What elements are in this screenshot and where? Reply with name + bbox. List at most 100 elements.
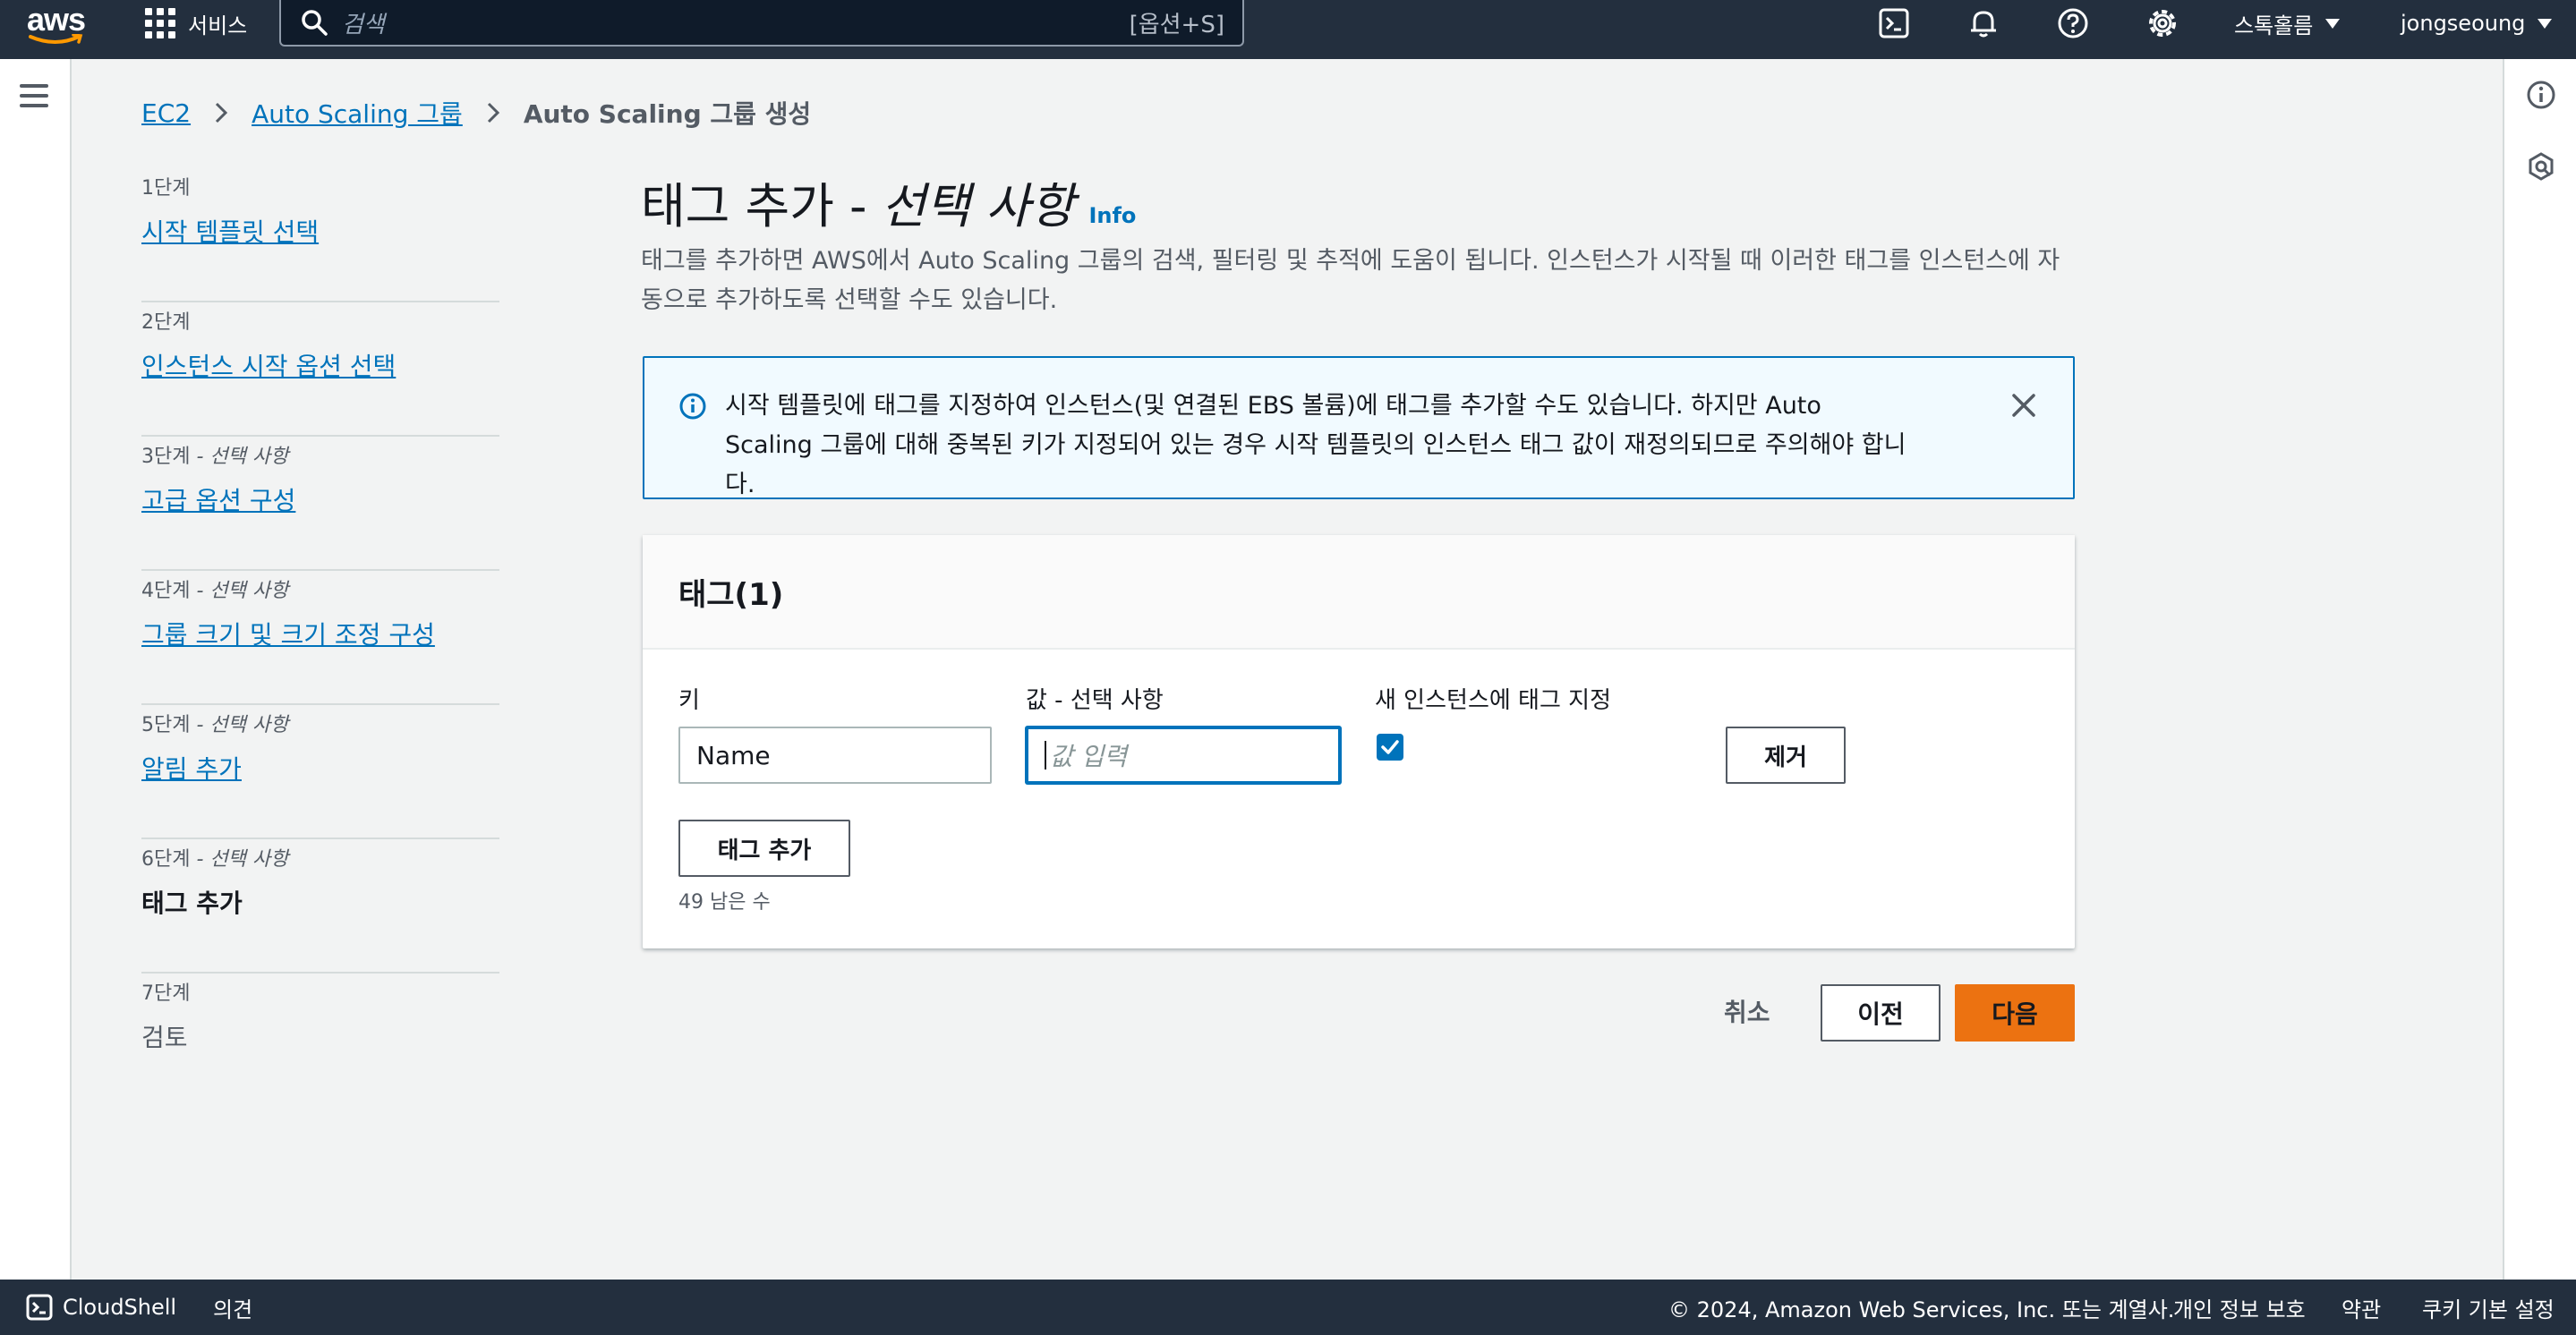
step-optional-label: - 선택 사항 <box>196 580 289 602</box>
aws-logo[interactable]: aws <box>27 4 91 47</box>
step-number-label: 3단계 <box>141 446 191 468</box>
resources-hexagon-icon[interactable] <box>2525 150 2557 183</box>
cancel-button[interactable]: 취소 <box>1724 993 1770 1029</box>
menu-hamburger-icon[interactable] <box>20 84 48 107</box>
step-4-link[interactable]: 그룹 크기 및 크기 조정 구성 <box>141 616 499 651</box>
aws-logo-text: aws <box>27 1 86 38</box>
step-2-link[interactable]: 인스턴스 시작 옵션 선택 <box>141 347 499 383</box>
services-menu-button[interactable]: 서비스 <box>145 0 247 47</box>
step-optional-label: - 선택 사항 <box>196 446 289 468</box>
value-input[interactable]: 값 입력 <box>1026 727 1341 784</box>
region-label: 스톡홀름 <box>2234 13 2314 38</box>
top-navigation: aws 서비스 검색 [옵션+S] 스톡홀름 jongseoung <box>0 0 2576 59</box>
cookie-preferences-link[interactable]: 쿠키 기본 설정 <box>2422 1280 2555 1335</box>
step-number: 3단계 - 선택 사항 <box>141 440 499 469</box>
step-number: 2단계 <box>141 306 499 335</box>
cloudshell-label: CloudShell <box>63 1295 177 1320</box>
settings-gear-icon[interactable] <box>2145 5 2180 41</box>
search-input[interactable]: 검색 [옵션+S] <box>279 0 1244 47</box>
step-number-label: 5단계 <box>141 714 191 736</box>
page-title: 태그 추가 - 선택 사항 Info <box>641 166 1136 237</box>
feedback-link[interactable]: 의견 <box>213 1280 252 1335</box>
step-number-label: 4단계 <box>141 580 191 602</box>
chevron-right-icon <box>216 102 228 123</box>
breadcrumb-ec2[interactable]: EC2 <box>141 98 191 128</box>
step-optional-label: - 선택 사항 <box>196 848 289 871</box>
key-input[interactable]: Name <box>678 727 992 784</box>
info-alert: 시작 템플릿에 태그를 지정하여 인스턴스(및 연결된 EBS 볼륨)에 태그를… <box>643 356 2075 499</box>
step-number-label: 6단계 <box>141 848 191 871</box>
step-number: 6단계 - 선택 사항 <box>141 843 499 872</box>
caret-down-icon <box>2538 18 2553 29</box>
services-label: 서비스 <box>188 13 248 38</box>
search-shortcut: [옵션+S] <box>1129 11 1224 38</box>
breadcrumb-current: Auto Scaling 그룹 생성 <box>523 99 812 129</box>
remove-tag-button[interactable]: 제거 <box>1726 727 1846 784</box>
search-placeholder: 검색 <box>342 11 385 38</box>
value-input-placeholder: 값 입력 <box>1050 742 1128 771</box>
step-number: 4단계 - 선택 사항 <box>141 574 499 603</box>
previous-button[interactable]: 이전 <box>1821 984 1941 1042</box>
cloudshell-icon[interactable] <box>1876 5 1912 41</box>
step-optional-label: - 선택 사항 <box>196 714 289 736</box>
caret-down-icon <box>2325 18 2341 29</box>
aws-smile-icon <box>29 34 83 44</box>
value-label: 값 - 선택 사항 <box>1026 687 1164 714</box>
search-icon <box>302 10 328 36</box>
step-number: 7단계 <box>141 977 499 1006</box>
tags-panel: 태그(1) 키 값 - 선택 사항 새 인스턴스에 태그 지정 Name 값 입… <box>643 535 2075 948</box>
step-4: 4단계 - 선택 사항 그룹 크기 및 크기 조정 구성 <box>141 571 499 705</box>
notifications-bell-icon[interactable] <box>1966 5 2001 41</box>
region-selector[interactable]: 스톡홀름 <box>2234 0 2341 47</box>
close-icon[interactable] <box>2010 392 2037 419</box>
step-5-link[interactable]: 알림 추가 <box>141 750 499 786</box>
user-label: jongseoung <box>2401 11 2526 36</box>
step-7: 7단계 검토 <box>141 974 499 1108</box>
page-title-optional: 선택 사항 <box>881 178 1075 234</box>
step-3: 3단계 - 선택 사항 고급 옵션 구성 <box>141 437 499 571</box>
cloudshell-icon <box>26 1294 53 1321</box>
step-1-link[interactable]: 시작 템플릿 선택 <box>141 213 499 249</box>
checkmark-icon <box>1381 740 1399 754</box>
step-6: 6단계 - 선택 사항 태그 추가 <box>141 839 499 974</box>
privacy-link[interactable]: 개인 정보 보호 <box>2173 1280 2306 1335</box>
step-6-current: 태그 추가 <box>141 889 243 918</box>
breadcrumb: EC2 Auto Scaling 그룹 Auto Scaling 그룹 생성 <box>141 95 811 131</box>
chevron-right-icon <box>487 102 499 123</box>
wizard-steps: 1단계 시작 템플릿 선택 2단계 인스턴스 시작 옵션 선택 3단계 - 선택… <box>141 168 499 1108</box>
breadcrumb-auto-scaling-groups[interactable]: Auto Scaling 그룹 <box>252 95 463 131</box>
terms-link[interactable]: 약관 <box>2341 1280 2381 1335</box>
tag-new-instances-label: 새 인스턴스에 태그 지정 <box>1375 687 1611 714</box>
tags-panel-title: 태그(1) <box>678 576 784 613</box>
step-number-label: 2단계 <box>141 311 191 334</box>
bottom-bar: CloudShell 의견 © 2024, Amazon Web Service… <box>0 1280 2576 1335</box>
key-input-value: Name <box>696 740 771 770</box>
page-title-text: 태그 추가 - <box>641 178 867 234</box>
next-button[interactable]: 다음 <box>1955 984 2075 1042</box>
add-tag-button[interactable]: 태그 추가 <box>678 820 850 877</box>
step-number-label: 1단계 <box>141 177 191 200</box>
user-menu[interactable]: jongseoung <box>2401 0 2553 47</box>
cloudshell-button[interactable]: CloudShell <box>25 1280 176 1335</box>
help-icon[interactable] <box>2055 5 2091 41</box>
copyright-text: © 2024, Amazon Web Services, Inc. 또는 계열사… <box>1668 1297 2175 1322</box>
page-description: 태그를 추가하면 AWS에서 Auto Scaling 그룹의 검색, 필터링 … <box>641 247 2060 314</box>
info-link[interactable]: Info <box>1088 203 1136 228</box>
step-1: 1단계 시작 템플릿 선택 <box>141 168 499 302</box>
step-7-label: 검토 <box>141 1023 188 1052</box>
right-rail <box>2503 59 2576 1280</box>
key-label: 키 <box>678 687 700 714</box>
tags-remaining-count: 49 남은 수 <box>678 891 771 914</box>
tags-panel-header: 태그(1) <box>643 535 2075 650</box>
info-panel-icon[interactable] <box>2525 79 2557 111</box>
step-3-link[interactable]: 고급 옵션 구성 <box>141 481 499 517</box>
tag-new-instances-checkbox[interactable] <box>1377 734 1403 761</box>
grid-icon <box>145 8 175 38</box>
step-5: 5단계 - 선택 사항 알림 추가 <box>141 705 499 839</box>
info-circle-icon <box>679 393 706 420</box>
step-number-label: 7단계 <box>141 982 191 1005</box>
left-rail <box>0 59 72 1280</box>
step-2: 2단계 인스턴스 시작 옵션 선택 <box>141 302 499 437</box>
step-number: 1단계 <box>141 172 499 200</box>
alert-text: 시작 템플릿에 태그를 지정하여 인스턴스(및 연결된 EBS 볼륨)에 태그를… <box>725 392 1906 498</box>
